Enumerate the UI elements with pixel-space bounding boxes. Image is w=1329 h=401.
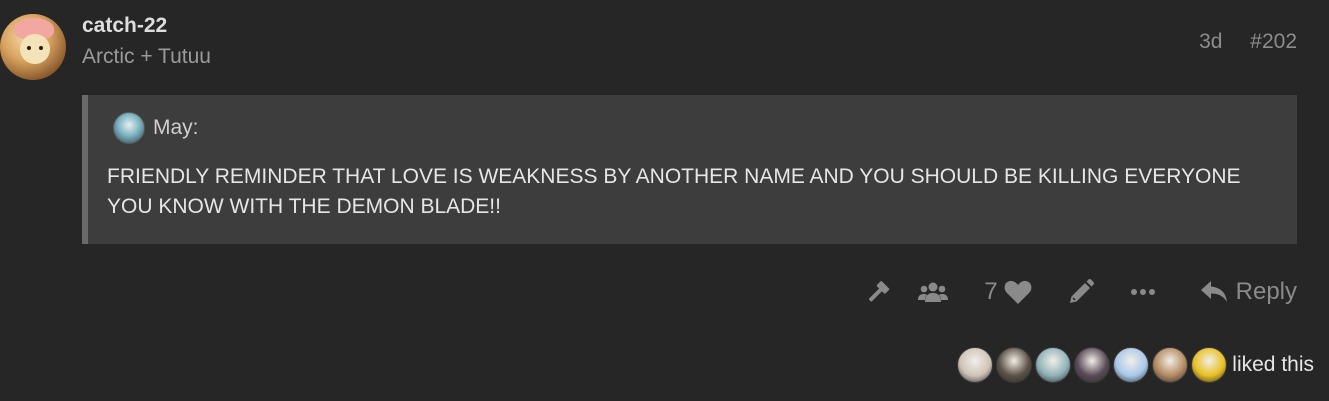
avatar-eye: [39, 46, 43, 50]
liker-avatar[interactable]: [1113, 347, 1150, 383]
group-button[interactable]: [918, 281, 949, 303]
liked-this-label[interactable]: liked this: [1232, 353, 1314, 377]
user-title: Arctic + Tutuu: [82, 45, 211, 68]
liker-avatar[interactable]: [1152, 347, 1189, 383]
post-meta: 3d #202: [1177, 30, 1297, 54]
quote-text: FRIENDLY REMINDER THAT LOVE IS WEAKNESS …: [107, 165, 1241, 218]
user-avatar[interactable]: [0, 14, 66, 80]
username[interactable]: catch-22: [82, 14, 167, 38]
quote-block: May: FRIENDLY REMINDER THAT LOVE IS WEAK…: [82, 95, 1297, 244]
pencil-icon: [1069, 279, 1094, 303]
more-button[interactable]: [1130, 288, 1156, 296]
ellipsis-icon: [1130, 289, 1155, 295]
liker-avatar[interactable]: [996, 347, 1033, 383]
edit-button[interactable]: [1068, 279, 1094, 305]
flag-button[interactable]: [864, 279, 890, 305]
like-count[interactable]: 7: [984, 278, 997, 306]
liker-avatar[interactable]: [1074, 347, 1111, 383]
users-icon: [918, 282, 949, 302]
gavel-icon: [869, 281, 890, 302]
avatar-face: [20, 34, 50, 64]
post-actions: 7 Reply: [836, 272, 1297, 312]
quote-author[interactable]: May:: [153, 116, 199, 140]
post-number[interactable]: #202: [1250, 30, 1297, 53]
quote-author-avatar[interactable]: [113, 112, 145, 144]
like-button[interactable]: 7: [984, 278, 1032, 306]
liked-by-row: liked this: [957, 346, 1314, 384]
liker-avatar[interactable]: [1035, 347, 1072, 383]
heart-icon: [1004, 280, 1032, 304]
reply-label[interactable]: Reply: [1236, 278, 1297, 306]
post-age[interactable]: 3d: [1199, 30, 1222, 53]
reply-icon: [1200, 281, 1227, 302]
liker-avatar[interactable]: [1191, 347, 1228, 383]
liker-avatar[interactable]: [957, 347, 994, 383]
reply-button[interactable]: Reply: [1200, 278, 1297, 306]
avatar-eye: [27, 46, 31, 50]
